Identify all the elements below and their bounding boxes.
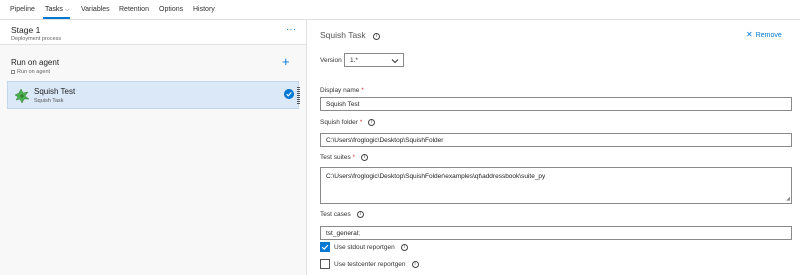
agent-job[interactable]: Run on agent Run on agent +	[0, 54, 306, 80]
required-marker: *	[352, 154, 356, 162]
display-name-value: Squish Test	[326, 101, 360, 108]
stage-title: Stage 1	[11, 25, 41, 35]
agent-job-title: Run on agent	[11, 58, 60, 67]
version-label: Version	[320, 57, 342, 64]
close-icon: ✕	[746, 30, 753, 39]
tab-variables[interactable]: Variables	[81, 6, 110, 13]
info-icon[interactable]: i	[411, 261, 419, 268]
add-task-icon[interactable]: +	[282, 54, 290, 69]
tab-history[interactable]: History	[193, 6, 215, 13]
squish-folder-field[interactable]: C:\Users\froglogic\Desktop\SquishFolder	[320, 133, 792, 147]
info-icon[interactable]: i	[373, 33, 380, 40]
tab-pipeline[interactable]: Pipeline	[10, 6, 35, 13]
version-select[interactable]: 1.*	[344, 53, 404, 67]
drag-handle-icon[interactable]	[297, 87, 300, 104]
active-tab-indicator	[43, 17, 70, 19]
stdout-reportgen-checkbox[interactable]	[320, 242, 330, 252]
task-settings-panel: Squish Task i ✕ Remove Version 1.* Displa…	[308, 20, 800, 275]
process-panel: Stage 1 Deployment process ··· Run on ag…	[0, 20, 307, 275]
squish-folder-value: C:\Users\froglogic\Desktop\SquishFolder	[326, 137, 444, 144]
agent-job-subtitle-text: Run on agent	[17, 69, 51, 75]
squish-folder-label: Squish folder * i	[320, 119, 376, 127]
chevron-down-icon: ⌵	[64, 7, 70, 13]
resize-handle-icon[interactable]: ◢	[786, 196, 790, 202]
tab-tasks[interactable]: Tasks ⌵	[45, 6, 69, 14]
display-name-label: Display name *	[320, 87, 364, 94]
task-item-squish-test[interactable]: Squish Test Squish Task	[7, 81, 300, 109]
task-settings-title: Squish Task	[320, 30, 366, 40]
required-marker: *	[361, 87, 364, 94]
remove-button[interactable]: ✕ Remove	[746, 30, 782, 39]
test-suites-label-text: Test suites	[320, 154, 351, 162]
info-icon[interactable]: i	[361, 154, 369, 161]
test-cases-value: tst_general;	[326, 230, 360, 237]
test-suites-value: C:\Users\froglogic\Desktop\SquishFolder\…	[326, 173, 546, 180]
chevron-down-icon	[391, 59, 399, 64]
stdout-reportgen-label: Use stdout reportgen i	[334, 244, 408, 251]
test-suites-label: Test suites * i	[320, 154, 369, 162]
tab-options[interactable]: Options	[159, 6, 183, 13]
info-icon[interactable]: i	[368, 119, 376, 126]
version-value: 1.*	[350, 57, 358, 64]
testcenter-reportgen-label: Use testcenter reportgen i	[334, 261, 419, 268]
task-title: Squish Test	[34, 87, 76, 96]
squish-logo-icon	[14, 88, 30, 104]
checkmark-icon	[321, 244, 329, 250]
agent-icon	[11, 69, 15, 74]
task-subtitle: Squish Task	[34, 98, 64, 104]
agent-job-subtitle: Run on agent	[11, 69, 50, 75]
test-suites-field[interactable]: C:\Users\froglogic\Desktop\SquishFolder\…	[320, 167, 792, 204]
test-cases-label-text: Test cases	[320, 211, 351, 219]
testcenter-reportgen-checkbox[interactable]	[320, 259, 330, 269]
stage-header[interactable]: Stage 1 Deployment process ···	[0, 20, 306, 45]
display-name-label-text: Display name	[320, 87, 360, 94]
testcenter-reportgen-label-text: Use testcenter reportgen	[334, 261, 406, 269]
info-icon[interactable]: i	[400, 244, 408, 251]
squish-folder-label-text: Squish folder	[320, 119, 358, 127]
pipeline-tab-bar: Pipeline Tasks ⌵ Variables Retention Opti…	[0, 0, 800, 20]
remove-label: Remove	[755, 32, 782, 39]
tab-tasks-label: Tasks	[45, 6, 63, 13]
required-marker: *	[359, 119, 363, 127]
check-circle-icon	[284, 89, 294, 99]
test-cases-label: Test cases i	[320, 211, 364, 218]
more-options-icon[interactable]: ···	[286, 24, 297, 34]
stdout-reportgen-label-text: Use stdout reportgen	[334, 244, 395, 252]
stage-subtitle: Deployment process	[11, 36, 62, 42]
info-icon[interactable]: i	[356, 211, 364, 218]
test-cases-field[interactable]: tst_general;	[320, 226, 792, 240]
display-name-field[interactable]: Squish Test	[320, 97, 792, 111]
tab-retention[interactable]: Retention	[119, 6, 149, 13]
